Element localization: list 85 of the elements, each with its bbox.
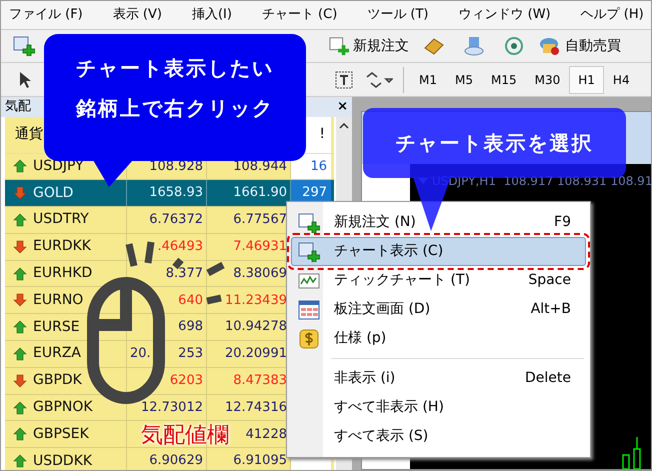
callout-text: チャート表示を選択 xyxy=(396,130,594,157)
bid-price: 8.377 xyxy=(166,264,203,283)
document-plus-icon xyxy=(329,36,349,56)
callout-text: チャート表示したい xyxy=(76,54,274,82)
text-tool-icon[interactable] xyxy=(335,70,353,88)
bid-price: 20. xyxy=(129,345,151,364)
scroll-up-icon[interactable] xyxy=(339,122,350,128)
quote-row[interactable]: GOLD 1658.93 1661.90 297 xyxy=(5,180,334,208)
panel-title: 気配 xyxy=(5,98,31,116)
timeframe-tab[interactable]: M5 xyxy=(446,66,482,94)
ask-price: 6.77567 xyxy=(233,211,287,230)
signal-icon[interactable] xyxy=(503,36,525,56)
auto-trading-button[interactable]: 自動売買 xyxy=(537,36,623,56)
up-arrow-icon xyxy=(13,346,27,361)
symbol-text: EURHKD xyxy=(33,264,92,284)
symbol-text: GBPSEK xyxy=(33,424,89,444)
bid-price: .46493 xyxy=(158,238,203,256)
timeframe-tab[interactable]: H1 xyxy=(569,66,604,94)
ask-price: 8.38069 xyxy=(233,264,287,283)
timeframe-tab[interactable]: M30 xyxy=(526,66,570,94)
grid-table-icon xyxy=(298,300,320,320)
chart-plus-icon[interactable] xyxy=(298,242,320,262)
down-arrow-icon xyxy=(13,374,27,388)
down-arrow-icon xyxy=(13,186,27,200)
up-arrow-icon xyxy=(13,400,27,415)
callout-text: 銘柄上で右クリック xyxy=(76,94,274,122)
column-header[interactable]: 通貨 xyxy=(15,126,43,142)
ask-price: 7.46931 xyxy=(233,238,287,256)
up-arrow-icon xyxy=(13,212,27,227)
symbol-text: EURDKK xyxy=(33,237,91,256)
annotation-label: 気配値欄 xyxy=(141,422,229,450)
symbol-text: EURNO xyxy=(33,290,84,310)
ask-price: 108.944 xyxy=(233,158,287,176)
menu-item[interactable]: ヘルプ (H) xyxy=(580,5,644,25)
bid-price: 640 xyxy=(178,292,203,310)
close-button[interactable]: × xyxy=(337,97,348,116)
up-arrow-icon xyxy=(13,266,27,281)
down-arrow-icon xyxy=(13,293,27,308)
dollar-icon xyxy=(299,328,319,348)
symbol-text: GOLD xyxy=(33,184,74,203)
timeframe-tab[interactable]: M1 xyxy=(410,66,446,94)
up-arrow-icon xyxy=(13,427,27,442)
chart-plus-icon[interactable] xyxy=(13,36,35,56)
menu-item[interactable]: チャート (C) xyxy=(262,5,338,25)
menu-item[interactable]: ツール (T) xyxy=(367,5,428,25)
spread-value: 16 xyxy=(310,158,327,176)
column-header[interactable]: ! xyxy=(319,124,325,145)
bid-price: 698 xyxy=(178,318,203,336)
bid-price: 6203 xyxy=(170,372,203,390)
ask-price: 8.47383 xyxy=(233,372,287,390)
symbol-text: GBPNOK xyxy=(33,398,93,418)
ask-price: 20.20991 xyxy=(224,345,287,364)
new-order-button[interactable]: 新規注文 xyxy=(325,36,413,56)
spread-value: 297 xyxy=(302,184,327,202)
quote-row[interactable]: USDDKK 6.90629 6.91095 xyxy=(5,448,334,470)
timeframe-tab[interactable]: H4 xyxy=(604,66,639,94)
ask-price: 41228 xyxy=(246,426,287,444)
up-arrow-icon xyxy=(13,159,27,174)
arrows-dropdown-icon[interactable] xyxy=(365,72,393,88)
ask-price: 10.94278 xyxy=(224,318,287,336)
document-plus-icon[interactable] xyxy=(298,212,320,232)
bid-price: 253 xyxy=(178,345,203,364)
ask-price: 6.91095 xyxy=(233,452,287,470)
menu-item[interactable]: ウィンドウ (W) xyxy=(458,5,551,25)
symbol-text: GBPDK xyxy=(33,371,82,390)
cursor-icon[interactable] xyxy=(19,70,31,88)
symbol-text: EURZA xyxy=(33,344,81,364)
timeframe-tab[interactable]: M15 xyxy=(482,66,526,94)
bid-price: 6.76372 xyxy=(149,211,203,230)
up-arrow-icon xyxy=(13,454,27,468)
symbol-text: USDDKK xyxy=(33,452,92,470)
ask-price: 12.74316 xyxy=(224,398,287,417)
line-chart-icon xyxy=(298,272,320,290)
ask-price: 1661.90 xyxy=(233,184,287,202)
down-arrow-icon xyxy=(13,240,27,254)
up-arrow-icon xyxy=(13,320,27,334)
ask-price: 11.23439 xyxy=(224,292,287,310)
menu-item[interactable]: ファイル (F) xyxy=(9,5,83,25)
bid-price: 1658.93 xyxy=(149,184,203,202)
bid-price: 12.73012 xyxy=(140,398,203,417)
bid-price: 6.90629 xyxy=(149,452,203,470)
menu-item[interactable]: 挿入(I) xyxy=(192,5,232,25)
symbol-text: USDTRY xyxy=(33,210,89,230)
menu-item[interactable]: 表示 (V) xyxy=(112,5,162,25)
symbol-text: EURSE xyxy=(33,318,80,337)
